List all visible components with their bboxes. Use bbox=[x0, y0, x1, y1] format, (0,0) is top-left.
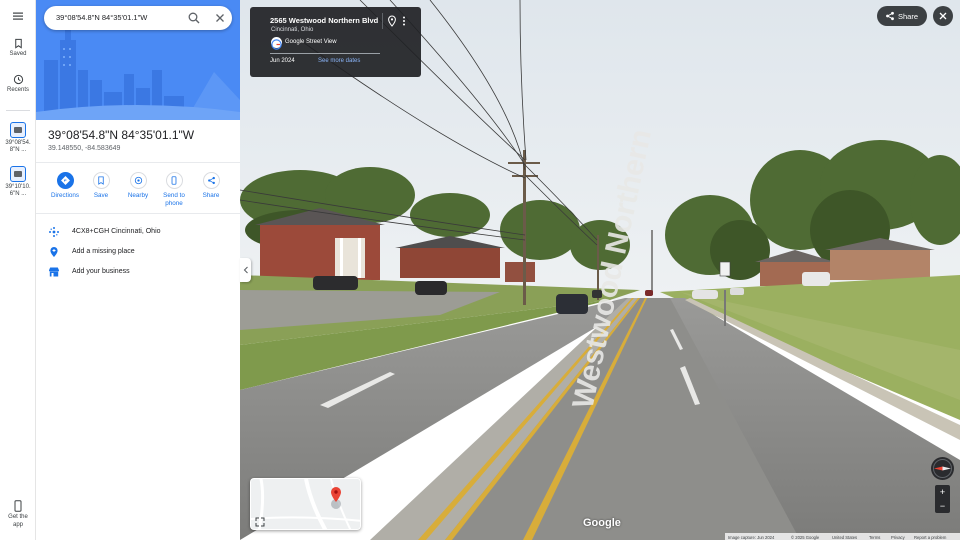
search-icon[interactable] bbox=[187, 11, 201, 25]
close-icon[interactable] bbox=[213, 11, 227, 25]
divider bbox=[270, 53, 380, 54]
menu-button[interactable] bbox=[0, 10, 36, 24]
recent-item-label: 39°10'10. bbox=[5, 184, 31, 190]
directions-label: Directions bbox=[51, 192, 79, 199]
divider bbox=[36, 213, 240, 214]
search-box[interactable]: 39°08'54.8"N 84°35'01.1"W bbox=[44, 6, 232, 30]
recent-thumbnail bbox=[10, 122, 26, 138]
recents-button[interactable]: Recents bbox=[0, 74, 36, 94]
expand-icon[interactable] bbox=[255, 517, 265, 527]
zoom-in-button[interactable]: + bbox=[935, 485, 950, 499]
recent-item[interactable]: 39°08'54. 8"N ... bbox=[0, 122, 36, 154]
add-place-icon bbox=[50, 247, 58, 257]
send-to-phone-button[interactable]: Send to phone bbox=[156, 172, 192, 207]
menu-icon bbox=[13, 12, 23, 20]
nearby-button[interactable]: Nearby bbox=[120, 172, 156, 200]
location-pin-icon[interactable] bbox=[387, 15, 397, 27]
nearby-icon bbox=[134, 176, 142, 185]
attribution-footer: Image capture: Jun 2024 © 2025 Google Un… bbox=[725, 533, 960, 540]
place-decimal-coords: 39.148550, -84.583649 bbox=[48, 145, 121, 152]
maps-window: Saved Recents 39°08'54. 8"N ... 39°10'10… bbox=[0, 0, 960, 540]
phone-icon bbox=[14, 500, 22, 512]
send-to-phone-label: Send to bbox=[163, 192, 185, 199]
terms-link[interactable]: Terms bbox=[869, 535, 880, 540]
image-capture-text: Image capture: Jun 2024 bbox=[728, 534, 775, 540]
street-view-source: Google Street View bbox=[285, 39, 337, 45]
get-app-label: app bbox=[12, 521, 23, 528]
google-watermark: Google bbox=[583, 517, 621, 529]
divider bbox=[36, 162, 240, 163]
see-more-dates-link[interactable]: See more dates bbox=[318, 58, 360, 64]
plus-code-row[interactable]: 4CX8+CGH Cincinnati, Ohio bbox=[48, 224, 238, 240]
zoom-control: + − bbox=[935, 485, 950, 513]
recent-item[interactable]: 39°10'10. 6"N ... bbox=[0, 166, 36, 198]
plus-code-icon bbox=[49, 227, 59, 237]
google-street-view-logo-icon bbox=[271, 37, 282, 50]
saved-label: Saved bbox=[9, 51, 27, 57]
phone-icon bbox=[171, 176, 177, 185]
bookmark-icon bbox=[98, 176, 104, 185]
add-missing-place-text: Add a missing place bbox=[72, 248, 135, 255]
saved-button[interactable]: Saved bbox=[0, 38, 36, 58]
close-icon bbox=[939, 12, 947, 20]
share-button[interactable]: Share bbox=[193, 172, 229, 200]
street-view-city: Cincinnati, Ohio bbox=[271, 27, 314, 33]
share-icon bbox=[886, 11, 894, 21]
mini-map-graphic bbox=[251, 479, 360, 529]
recent-thumbnail bbox=[10, 166, 26, 182]
place-title: 39°08'54.8"N 84°35'01.1"W bbox=[48, 128, 195, 142]
recent-item-label: 6"N ... bbox=[9, 191, 27, 197]
nearby-label: Nearby bbox=[127, 192, 149, 199]
compass-icon bbox=[933, 459, 952, 478]
rail-divider bbox=[6, 110, 30, 111]
mini-map[interactable] bbox=[250, 478, 361, 530]
street-view-info-card: 2565 Westwood Northern Blvd Cincinnati, … bbox=[250, 7, 421, 77]
street-view-scene: Westwood Northern bbox=[240, 0, 960, 540]
business-icon bbox=[49, 267, 59, 277]
get-app-label: Get the bbox=[8, 514, 28, 520]
add-missing-place-row[interactable]: Add a missing place bbox=[48, 244, 238, 260]
privacy-link[interactable]: Privacy bbox=[891, 535, 905, 540]
share-label: Share bbox=[898, 12, 919, 21]
street-view-image[interactable]: Westwood Northern bbox=[240, 0, 960, 540]
left-rail: Saved Recents 39°08'54. 8"N ... 39°10'10… bbox=[0, 0, 36, 540]
plus-code-text: 4CX8+CGH Cincinnati, Ohio bbox=[72, 228, 161, 235]
search-input[interactable]: 39°08'54.8"N 84°35'01.1"W bbox=[56, 13, 147, 22]
add-business-row[interactable]: Add your business bbox=[48, 264, 238, 280]
report-problem-link[interactable]: Report a problem bbox=[914, 535, 946, 540]
place-panel: 39°08'54.8"N 84°35'01.1"W 39.148550, -84… bbox=[36, 0, 240, 540]
send-to-phone-label: phone bbox=[165, 199, 183, 207]
copyright-text: © 2025 Google bbox=[791, 534, 820, 540]
more-vert-icon[interactable] bbox=[400, 15, 408, 27]
region-link[interactable]: United States bbox=[832, 535, 857, 540]
bookmark-icon bbox=[14, 38, 22, 49]
save-button[interactable]: Save bbox=[83, 172, 119, 200]
close-street-view-button[interactable] bbox=[933, 6, 953, 26]
history-icon bbox=[13, 74, 23, 85]
add-business-text: Add your business bbox=[72, 268, 130, 275]
street-view-address: 2565 Westwood Northern Blvd bbox=[270, 16, 379, 25]
save-label: Save bbox=[93, 192, 109, 199]
recent-item-label: 39°08'54. bbox=[5, 140, 31, 146]
divider bbox=[382, 13, 383, 29]
zoom-out-button[interactable]: − bbox=[935, 499, 950, 513]
recent-item-label: 8"N ... bbox=[9, 147, 27, 153]
directions-button[interactable]: Directions bbox=[47, 172, 83, 200]
share-street-view-button[interactable]: Share bbox=[877, 6, 927, 26]
share-icon bbox=[207, 176, 215, 185]
recents-label: Recents bbox=[6, 87, 29, 93]
compass-button[interactable] bbox=[931, 457, 954, 480]
chevron-left-icon bbox=[243, 266, 248, 274]
collapse-panel-button[interactable] bbox=[240, 258, 251, 282]
get-app-button[interactable]: Get the app bbox=[0, 500, 36, 529]
share-label: Share bbox=[202, 192, 220, 199]
directions-icon bbox=[60, 176, 70, 185]
capture-date: Jun 2024 bbox=[270, 58, 295, 64]
